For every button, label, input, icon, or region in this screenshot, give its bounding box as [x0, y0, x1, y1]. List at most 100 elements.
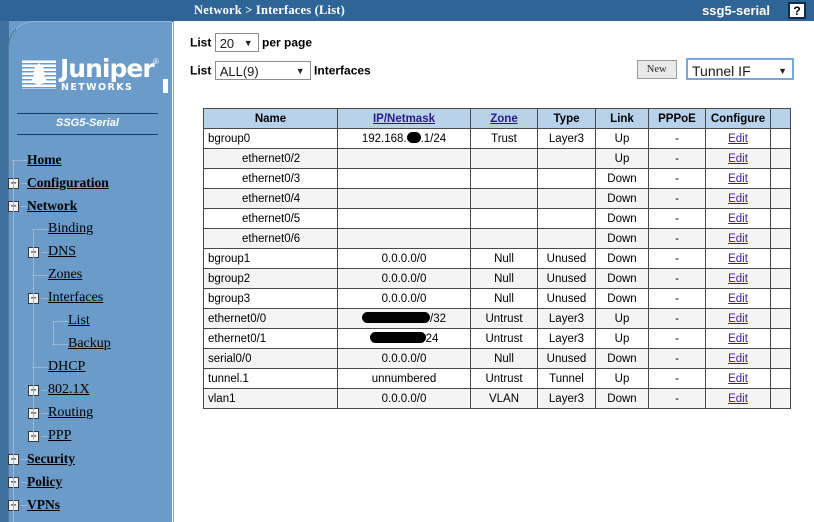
redaction-mark — [362, 312, 430, 323]
table-row: ethernet0/4 Down - Edit — [203, 188, 791, 209]
column-header-link-label: Link — [610, 112, 634, 125]
help-icon[interactable]: ? — [788, 2, 806, 19]
column-header-zone[interactable]: Zone — [470, 108, 538, 129]
redaction-mark — [406, 132, 421, 143]
column-header-blank — [770, 108, 791, 129]
edit-link[interactable]: Edit — [728, 373, 748, 385]
chevron-down-icon: ▼ — [295, 66, 305, 76]
edit-link[interactable]: Edit — [728, 173, 748, 185]
edit-link[interactable]: Edit — [728, 293, 748, 305]
column-header-configure-label: Configure — [710, 112, 766, 125]
sidebar-item-dhcp[interactable]: DHCP — [0, 356, 172, 379]
edit-link[interactable]: Edit — [728, 213, 748, 225]
edit-link[interactable]: Edit — [728, 233, 748, 245]
sidebar-item-network[interactable]: −Network — [0, 195, 172, 218]
sidebar-item-label[interactable]: 802.1X — [48, 382, 90, 398]
cell-configure: Edit — [705, 388, 771, 409]
sidebar-item-vpns[interactable]: +VPNs — [0, 494, 172, 517]
cell-ip-netmask: 0.0.0.0/0 — [337, 348, 471, 369]
edit-link[interactable]: Edit — [728, 193, 748, 205]
sidebar-item-label[interactable]: Configuration — [27, 175, 109, 191]
interface-filter-select[interactable]: ALL(9) ▼ — [214, 61, 311, 80]
sidebar-item-label[interactable]: DNS — [48, 244, 76, 260]
sidebar-item-label[interactable]: List — [68, 313, 90, 329]
tree-connector — [52, 344, 68, 345]
column-header-pppoe[interactable]: PPPoE — [648, 108, 706, 129]
cell-pppoe: - — [648, 328, 706, 349]
column-header-name[interactable]: Name — [203, 108, 338, 129]
cell-interface-name: ethernet0/4 — [203, 188, 338, 209]
edit-link[interactable]: Edit — [728, 273, 748, 285]
sidebar-item-label[interactable]: PPP — [48, 428, 71, 444]
cell-zone: VLAN — [470, 388, 538, 409]
sidebar-item-label[interactable]: Binding — [48, 221, 93, 237]
sidebar-item-label[interactable]: Policy — [27, 474, 62, 490]
cell-blank — [770, 368, 791, 389]
cell-type: Unused — [537, 268, 596, 289]
edit-link[interactable]: Edit — [728, 333, 748, 345]
per-page-select[interactable]: 20 ▼ — [214, 33, 259, 52]
column-header-zone-label[interactable]: Zone — [490, 113, 517, 125]
table-header-row: Name IP/Netmask Zone Type Link PPPoE Con… — [203, 108, 791, 129]
cell-ip-netmask: 0.0.0.0/0 — [337, 248, 471, 269]
cell-type: Unused — [537, 348, 596, 369]
new-button[interactable]: New — [636, 59, 677, 79]
cell-link: Down — [595, 388, 649, 409]
sidebar-item-label[interactable]: Routing — [48, 405, 93, 421]
column-header-type-label: Type — [553, 112, 580, 125]
sidebar-item-zones[interactable]: Zones — [0, 264, 172, 287]
column-header-configure[interactable]: Configure — [705, 108, 771, 129]
sidebar-item-backup[interactable]: Backup — [0, 333, 172, 356]
edit-link[interactable]: Edit — [728, 313, 748, 325]
edit-link[interactable]: Edit — [728, 133, 748, 145]
cell-pppoe: - — [648, 248, 706, 269]
brand-registered-mark: ® — [153, 57, 159, 66]
sidebar-item-list[interactable]: List — [0, 310, 172, 333]
edit-link[interactable]: Edit — [728, 253, 748, 265]
column-header-ipnetmask[interactable]: IP/Netmask — [337, 108, 471, 129]
sidebar-item-label[interactable]: Backup — [68, 336, 111, 352]
sidebar-item-home[interactable]: Home — [0, 149, 172, 172]
sidebar-item-label[interactable]: Network — [27, 198, 77, 214]
cell-zone — [470, 188, 538, 209]
cell-configure: Edit — [705, 328, 771, 349]
sidebar-item-interfaces[interactable]: −Interfaces — [0, 287, 172, 310]
cell-type: Layer3 — [537, 308, 596, 329]
sidebar-item-label[interactable]: Zones — [48, 267, 82, 283]
edit-link[interactable]: Edit — [728, 153, 748, 165]
sidebar-item-label[interactable]: Home — [27, 152, 62, 168]
cell-blank — [770, 388, 791, 409]
column-header-ipnetmask-label[interactable]: IP/Netmask — [373, 113, 435, 125]
per-page-control-row: List 20 ▼ per page — [190, 33, 312, 52]
table-row: serial0/0 0.0.0.0/0 Null Unused Down - Edit — [203, 348, 791, 369]
tree-connector — [41, 413, 48, 414]
sidebar-item-binding[interactable]: Binding — [0, 218, 172, 241]
sidebar-item-label[interactable]: Interfaces — [48, 290, 103, 306]
edit-link[interactable]: Edit — [728, 353, 748, 365]
sidebar-item-label[interactable]: DHCP — [48, 359, 85, 375]
sidebar-item-label[interactable]: Security — [27, 451, 75, 467]
sidebar-item-label[interactable]: VPNs — [27, 497, 60, 513]
cell-zone — [470, 228, 538, 249]
sidebar-item-objects[interactable]: +Objects — [0, 517, 172, 522]
edit-link[interactable]: Edit — [728, 393, 748, 405]
tree-connector — [12, 160, 27, 161]
sidebar-item-routing[interactable]: +Routing — [0, 402, 172, 425]
cell-blank — [770, 268, 791, 289]
interface-type-select[interactable]: Tunnel IF ▼ — [686, 58, 794, 80]
column-header-link[interactable]: Link — [595, 108, 649, 129]
cell-blank — [770, 148, 791, 169]
sidebar-item-ppp[interactable]: +PPP — [0, 425, 172, 448]
cell-ip-netmask — [337, 148, 471, 169]
sidebar-item-dns[interactable]: +DNS — [0, 241, 172, 264]
sidebar-item-802-1x[interactable]: +802.1X — [0, 379, 172, 402]
cell-ip-netmask: 0.0.0.0/0 — [337, 388, 471, 409]
sidebar-item-configuration[interactable]: +Configuration — [0, 172, 172, 195]
device-name-label: ssg5-serial — [702, 3, 770, 18]
sidebar-item-policy[interactable]: +Policy — [0, 471, 172, 494]
column-header-type[interactable]: Type — [537, 108, 596, 129]
cell-blank — [770, 188, 791, 209]
sidebar-item-security[interactable]: +Security — [0, 448, 172, 471]
cell-pppoe: - — [648, 268, 706, 289]
tree-spine-network — [33, 229, 34, 438]
